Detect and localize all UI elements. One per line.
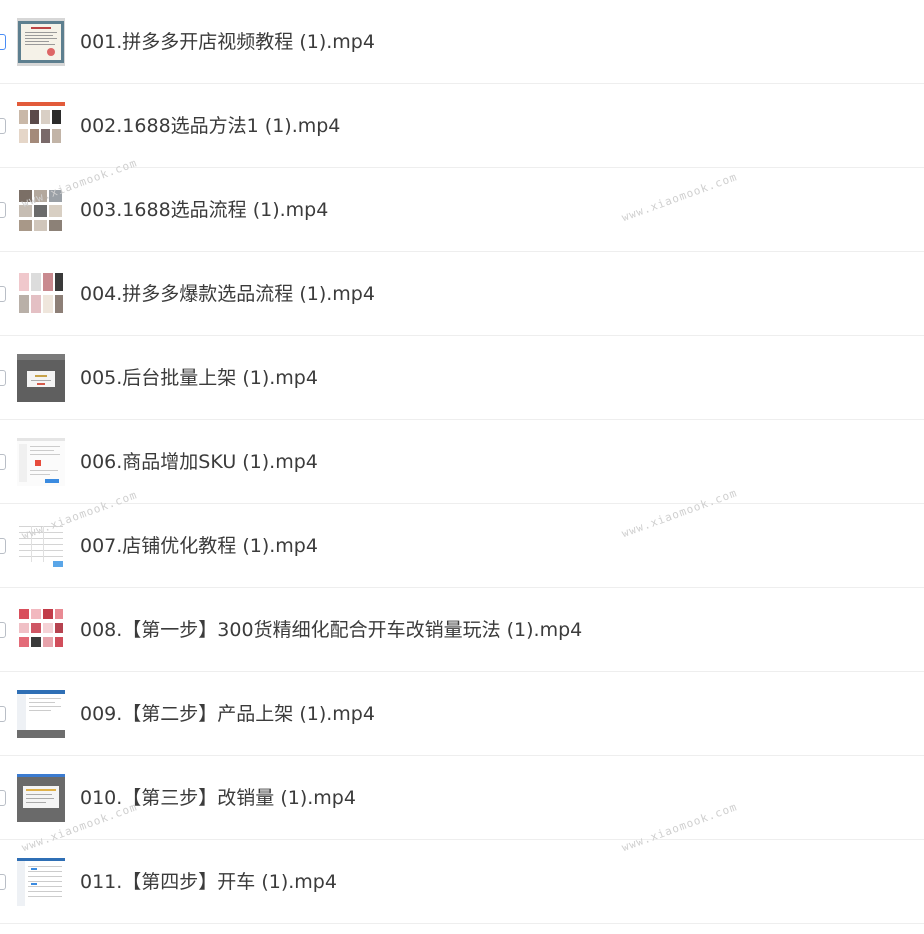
file-row[interactable]: 004.拼多多爆款选品流程 (1).mp4	[0, 252, 924, 336]
file-row[interactable]: 008.【第一步】300货精细化配合开车改销量玩法 (1).mp4	[0, 588, 924, 672]
file-row[interactable]: 006.商品增加SKU (1).mp4	[0, 420, 924, 504]
file-row[interactable]: 009.【第二步】产品上架 (1).mp4	[0, 672, 924, 756]
file-name[interactable]: 007.店铺优化教程 (1).mp4	[80, 534, 318, 558]
video-thumbnail[interactable]	[17, 270, 65, 318]
video-thumbnail[interactable]	[17, 186, 65, 234]
video-thumbnail[interactable]	[17, 606, 65, 654]
certificate-thumbnail-icon	[17, 18, 65, 66]
row-checkbox[interactable]	[0, 706, 6, 722]
web-form-thumbnail-icon	[17, 438, 65, 486]
video-thumbnail[interactable]	[17, 354, 65, 402]
row-checkbox[interactable]	[0, 538, 6, 554]
row-checkbox[interactable]	[0, 874, 6, 890]
spreadsheet-thumbnail-icon	[17, 522, 65, 570]
row-checkbox[interactable]	[0, 34, 6, 50]
file-name[interactable]: 009.【第二步】产品上架 (1).mp4	[80, 702, 375, 726]
row-checkbox[interactable]	[0, 286, 6, 302]
file-name[interactable]: 011.【第四步】开车 (1).mp4	[80, 870, 337, 894]
file-row[interactable]: 005.后台批量上架 (1).mp4	[0, 336, 924, 420]
row-checkbox[interactable]	[0, 370, 6, 386]
video-thumbnail[interactable]	[17, 438, 65, 486]
video-thumbnail[interactable]	[17, 858, 65, 906]
admin-panel-thumbnail-icon	[17, 858, 65, 906]
video-thumbnail[interactable]	[17, 102, 65, 150]
row-checkbox[interactable]	[0, 790, 6, 806]
file-row[interactable]: 010.【第三步】改销量 (1).mp4	[0, 756, 924, 840]
file-name[interactable]: 001.拼多多开店视频教程 (1).mp4	[80, 30, 375, 54]
row-checkbox[interactable]	[0, 622, 6, 638]
video-thumbnail[interactable]	[17, 774, 65, 822]
video-thumbnail[interactable]	[17, 18, 65, 66]
clothing-grid-thumbnail-icon	[17, 270, 65, 318]
file-name[interactable]: 004.拼多多爆款选品流程 (1).mp4	[80, 282, 375, 306]
product-grid-thumbnail-icon	[17, 102, 65, 150]
dialog-screen-thumbnail-icon	[17, 774, 65, 822]
dialog-screen-thumbnail-icon	[17, 354, 65, 402]
file-name[interactable]: 006.商品增加SKU (1).mp4	[80, 450, 318, 474]
file-row[interactable]: 001.拼多多开店视频教程 (1).mp4	[0, 0, 924, 84]
file-name[interactable]: 003.1688选品流程 (1).mp4	[80, 198, 328, 222]
admin-panel-thumbnail-icon	[17, 690, 65, 738]
row-checkbox[interactable]	[0, 118, 6, 134]
file-row[interactable]: 007.店铺优化教程 (1).mp4	[0, 504, 924, 588]
file-row[interactable]: 011.【第四步】开车 (1).mp4	[0, 840, 924, 924]
row-checkbox[interactable]	[0, 454, 6, 470]
file-list: 001.拼多多开店视频教程 (1).mp4 002.1688选品方法1 (1).…	[0, 0, 924, 924]
file-name[interactable]: 005.后台批量上架 (1).mp4	[80, 366, 318, 390]
file-name[interactable]: 008.【第一步】300货精细化配合开车改销量玩法 (1).mp4	[80, 618, 582, 642]
product-grid-thumbnail-icon	[17, 606, 65, 654]
file-name[interactable]: 010.【第三步】改销量 (1).mp4	[80, 786, 356, 810]
product-grid-thumbnail-icon	[17, 186, 65, 234]
file-name[interactable]: 002.1688选品方法1 (1).mp4	[80, 114, 340, 138]
file-row[interactable]: 003.1688选品流程 (1).mp4	[0, 168, 924, 252]
file-row[interactable]: 002.1688选品方法1 (1).mp4	[0, 84, 924, 168]
video-thumbnail[interactable]	[17, 690, 65, 738]
video-thumbnail[interactable]	[17, 522, 65, 570]
row-checkbox[interactable]	[0, 202, 6, 218]
